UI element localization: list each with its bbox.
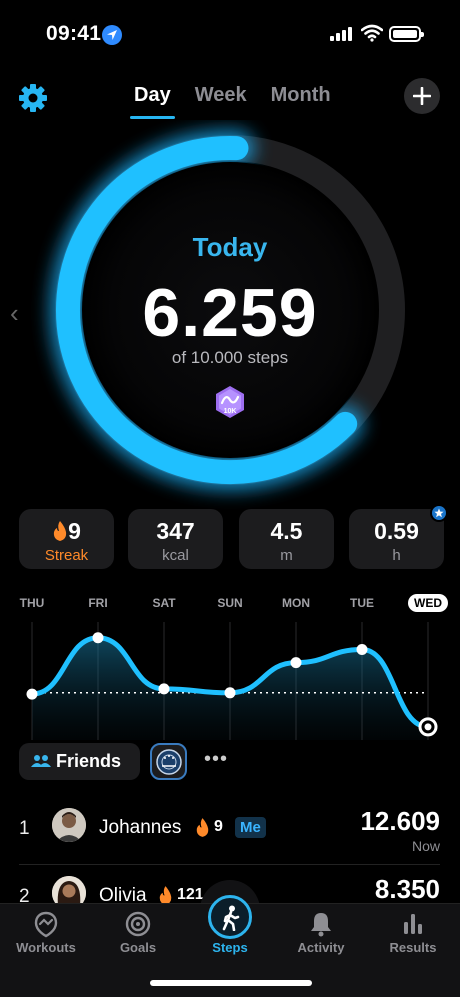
row-name: Johannes xyxy=(99,817,182,838)
tab-activity[interactable]: Activity xyxy=(281,904,361,955)
tab-goals-label: Goals xyxy=(119,940,157,955)
tab-steps-label: Steps xyxy=(212,940,248,955)
club-logo-icon xyxy=(156,749,182,775)
target-icon xyxy=(125,911,151,937)
data-point[interactable] xyxy=(356,644,368,656)
period-tabs: Day Week Month xyxy=(130,84,331,119)
wifi-icon xyxy=(361,24,383,42)
tab-week[interactable]: Week xyxy=(195,84,247,119)
flame-icon xyxy=(196,818,209,837)
row-rank: 1 xyxy=(19,818,30,839)
tab-workouts[interactable]: Workouts xyxy=(6,904,86,955)
me-badge: Me xyxy=(235,817,266,838)
10k-badge-icon[interactable]: 10K xyxy=(212,384,248,420)
home-indicator xyxy=(150,980,312,986)
steps-tab-circle[interactable] xyxy=(208,895,252,939)
add-button[interactable] xyxy=(404,78,440,114)
bar-chart-icon xyxy=(404,914,422,934)
day-label[interactable]: WED xyxy=(408,594,448,612)
day-label[interactable]: FRI xyxy=(78,596,118,610)
day-label[interactable]: MON xyxy=(276,596,316,610)
weekly-steps-chart xyxy=(26,622,438,740)
status-bar: 09:41 xyxy=(0,0,460,68)
avatar xyxy=(52,808,86,842)
people-icon xyxy=(31,755,51,767)
cellular-signal-icon xyxy=(330,27,352,41)
duration-value: 0.59 xyxy=(374,518,419,544)
duration-card[interactable]: 0.59 h xyxy=(349,509,444,569)
more-options-icon[interactable]: ••• xyxy=(204,748,228,771)
walking-icon xyxy=(222,905,240,931)
distance-label: m xyxy=(280,547,293,564)
row-divider xyxy=(19,864,440,865)
tab-goals[interactable]: Goals xyxy=(98,904,178,955)
workouts-icon xyxy=(34,911,58,938)
day-label[interactable]: SUN xyxy=(210,596,250,610)
data-point[interactable] xyxy=(158,683,170,695)
day-label[interactable]: SAT xyxy=(144,596,184,610)
day-labels: THU FRI SAT SUN MON TUE WED xyxy=(0,594,460,616)
flame-icon xyxy=(53,521,67,541)
data-point[interactable] xyxy=(26,688,38,700)
friends-button-label: Friends xyxy=(56,751,122,771)
row-streak: 9 xyxy=(214,818,223,835)
gear-icon[interactable] xyxy=(17,82,49,114)
distance-card[interactable]: 4.5 m xyxy=(239,509,334,569)
status-time: 09:41 xyxy=(46,22,102,45)
calories-card[interactable]: 347 kcal xyxy=(128,509,223,569)
bell-icon xyxy=(311,913,331,937)
row-streak: 121 xyxy=(177,886,204,903)
duration-label: h xyxy=(392,547,401,564)
data-point[interactable] xyxy=(92,632,104,644)
step-goal: of 10.000 steps xyxy=(171,348,289,367)
star-badge-icon xyxy=(430,504,448,522)
tab-activity-label: Activity xyxy=(297,940,345,955)
tab-month[interactable]: Month xyxy=(271,84,331,119)
tab-results[interactable]: Results xyxy=(373,904,453,955)
plus-icon xyxy=(413,87,431,105)
leaderboard-row[interactable]: 1 Johannes 9 Me 12.609 Now xyxy=(0,800,460,864)
tab-results-label: Results xyxy=(389,940,437,955)
battery-icon xyxy=(389,26,424,42)
data-point[interactable] xyxy=(224,687,236,699)
summary-title: Today xyxy=(192,232,268,262)
day-label[interactable]: THU xyxy=(12,596,52,610)
streak-card[interactable]: 9 Streak xyxy=(19,509,114,569)
row-steps: 12.609 xyxy=(360,806,440,836)
row-updated: Now xyxy=(411,838,440,854)
streak-label: Streak xyxy=(44,547,89,564)
row-steps: 8.350 xyxy=(374,874,440,904)
step-count: 6.259 xyxy=(142,275,318,351)
calories-label: kcal xyxy=(162,547,189,564)
friends-filter-button[interactable]: Friends xyxy=(19,743,140,780)
distance-value: 4.5 xyxy=(270,518,303,544)
current-point-dot xyxy=(424,723,432,731)
badge-label: 10K xyxy=(224,408,237,415)
location-arrow-icon xyxy=(102,25,122,45)
tab-workouts-label: Workouts xyxy=(16,940,76,955)
stats-row: 9 Streak 347 kcal 4.5 m 0.59 h xyxy=(19,509,460,569)
tab-day[interactable]: Day xyxy=(130,84,175,119)
calories-value: 347 xyxy=(156,518,195,544)
data-point[interactable] xyxy=(290,657,302,669)
streak-value: 9 xyxy=(19,518,114,545)
day-label[interactable]: TUE xyxy=(342,596,382,610)
club-logo-button[interactable] xyxy=(150,743,187,780)
top-bar: Day Week Month xyxy=(0,76,460,124)
